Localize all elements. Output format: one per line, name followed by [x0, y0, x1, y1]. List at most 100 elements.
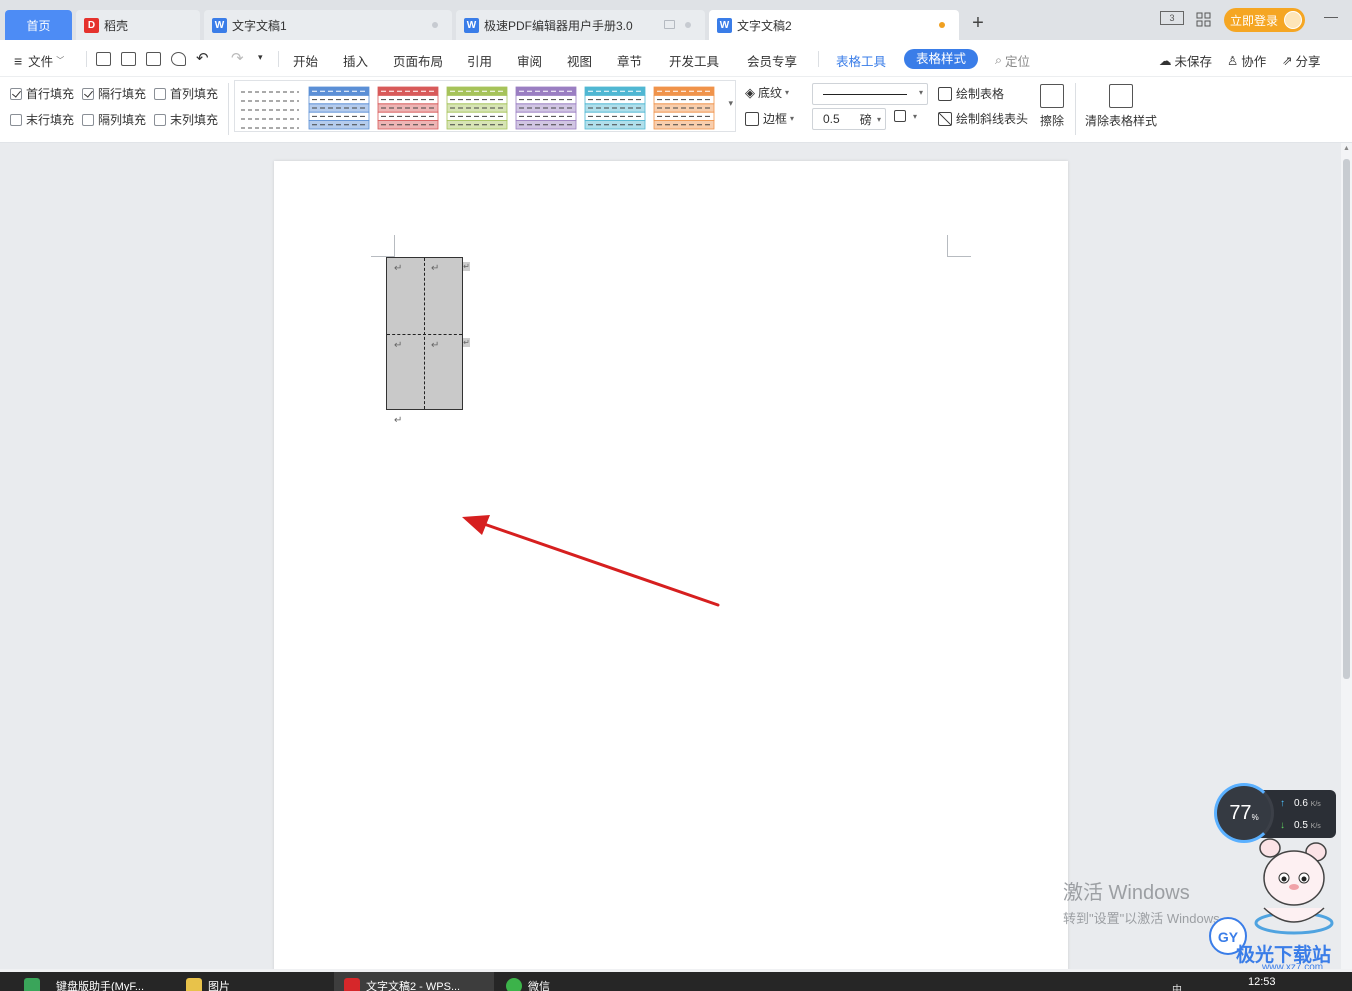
- margin-corner-top-left: [371, 235, 395, 257]
- tab-pdf-manual[interactable]: W 极速PDF编辑器用户手册3.0: [456, 10, 705, 40]
- menu-section[interactable]: 章节: [617, 51, 642, 70]
- task-wechat[interactable]: 微信: [506, 978, 550, 991]
- table-style-orange[interactable]: [653, 86, 715, 130]
- tab-status-dot: [432, 22, 438, 28]
- file-label: 文件: [28, 55, 54, 69]
- export-pdf-icon[interactable]: [121, 52, 136, 66]
- divider: [1075, 83, 1076, 135]
- network-speed-widget[interactable]: 77% 0.6 K/s 0.5 K/s: [1214, 783, 1336, 845]
- line-preview: [823, 94, 907, 95]
- print-preview-icon[interactable]: [171, 52, 186, 66]
- shading-button[interactable]: ◈ 底纹 ▾: [745, 84, 789, 101]
- word-table[interactable]: ↵ ↵ ↵ ↵: [386, 257, 463, 410]
- tab-home[interactable]: 首页: [5, 10, 72, 40]
- table-style-blue[interactable]: [308, 86, 370, 130]
- clear-style-icon[interactable]: [1109, 84, 1133, 108]
- collab-button[interactable]: ♙ 协作: [1227, 51, 1266, 70]
- checkbox-unchecked: [82, 113, 94, 126]
- checkbox-checked: [82, 87, 94, 100]
- unsaved-label: 未保存: [1174, 55, 1213, 69]
- windows-taskbar: 键盘版助手(MyF... 图片 文字文稿2 - WPS... 微信 中 12:5…: [0, 972, 1352, 991]
- first-row-fill-checkbox[interactable]: 首行填充: [10, 85, 74, 102]
- cell-paragraph-mark: ↵: [394, 340, 403, 351]
- minimize-button[interactable]: —: [1324, 8, 1338, 24]
- tab-label: 极速PDF编辑器用户手册3.0: [484, 18, 633, 33]
- draw-table-button[interactable]: 绘制表格: [938, 85, 1004, 102]
- cell-paragraph-mark: ↵: [394, 263, 403, 274]
- table-style-cyan[interactable]: [584, 86, 646, 130]
- banded-columns-checkbox[interactable]: 隔列填充: [82, 111, 146, 128]
- tab-docer[interactable]: D 稻壳: [76, 10, 200, 40]
- scroll-thumb[interactable]: [1343, 159, 1350, 679]
- locate-search[interactable]: ⌕ 定位: [995, 51, 1030, 70]
- clear-table-style-button[interactable]: 清除表格样式: [1085, 112, 1157, 129]
- scroll-up-icon[interactable]: ▲: [1343, 145, 1350, 152]
- border-color-button[interactable]: ▾: [894, 110, 917, 122]
- ime-indicator[interactable]: 中: [1172, 981, 1182, 991]
- task-assistant[interactable]: 键盘版助手(MyF...: [24, 978, 144, 991]
- layout-3-icon[interactable]: 3: [1160, 11, 1184, 25]
- menu-developer[interactable]: 开发工具: [669, 51, 719, 70]
- menu-page-layout[interactable]: 页面布局: [393, 51, 443, 70]
- checkbox-label: 隔列填充: [98, 113, 147, 127]
- table-style-purple[interactable]: [515, 86, 577, 130]
- diagonal-header-icon: [938, 111, 952, 126]
- border-color-icon: [894, 110, 906, 122]
- undo-icon[interactable]: ↶: [196, 49, 209, 67]
- menu-member[interactable]: 会员专享: [747, 51, 797, 70]
- chevron-down-icon: ▾: [876, 114, 881, 124]
- tab-bar: 首页 D 稻壳 W 文字文稿1 W 极速PDF编辑器用户手册3.0 W 文字文稿…: [0, 0, 1352, 40]
- file-menu[interactable]: ≡ 文件 ﹀: [14, 51, 64, 70]
- login-button[interactable]: 立即登录: [1224, 8, 1305, 32]
- menu-reference[interactable]: 引用: [467, 51, 492, 70]
- tab-doc2[interactable]: W 文字文稿2: [709, 10, 959, 40]
- ribbon: 首行填充 隔行填充 首列填充 末行填充 隔列填充 末列填充 ▾ ◈ 底纹 ▾ 边…: [0, 77, 1352, 143]
- print-icon[interactable]: [146, 52, 161, 66]
- erase-button[interactable]: 擦除: [1040, 112, 1064, 129]
- share-button[interactable]: ⇗ 分享: [1282, 51, 1321, 70]
- table-style-green[interactable]: [446, 86, 508, 130]
- checkbox-label: 隔行填充: [98, 87, 147, 101]
- draw-diagonal-button[interactable]: 绘制斜线表头: [938, 110, 1028, 127]
- task-wps[interactable]: 文字文稿2 - WPS...: [344, 978, 460, 991]
- save-icon[interactable]: [96, 52, 111, 66]
- row-end-mark: ↵: [463, 262, 470, 271]
- line-style-select[interactable]: ▾: [812, 83, 928, 105]
- clock[interactable]: 12:53: [1248, 976, 1276, 988]
- unsaved-dot: [939, 22, 945, 28]
- task-pictures[interactable]: 图片: [186, 978, 230, 991]
- menu-start[interactable]: 开始: [293, 51, 318, 70]
- line-width-select[interactable]: 0.5 磅 ▾: [812, 108, 886, 130]
- menu-table-tools[interactable]: 表格工具: [836, 51, 886, 70]
- unsaved-button[interactable]: ☁ 未保存: [1159, 51, 1212, 70]
- grid-icon[interactable]: [1196, 12, 1212, 31]
- divider: [278, 51, 279, 67]
- cloud-icon: ☁: [1159, 54, 1172, 68]
- line-width-unit: 磅: [859, 112, 872, 127]
- last-column-fill-checkbox[interactable]: 末列填充: [154, 111, 218, 128]
- redo-icon[interactable]: ↷: [231, 49, 244, 67]
- wps-writer-icon: W: [212, 17, 227, 33]
- task-label: 微信: [528, 981, 550, 991]
- first-column-fill-checkbox[interactable]: 首列填充: [154, 85, 218, 102]
- menu-view[interactable]: 视图: [567, 51, 592, 70]
- border-button[interactable]: 边框 ▾: [745, 110, 794, 127]
- menu-review[interactable]: 审阅: [517, 51, 542, 70]
- eraser-icon[interactable]: [1040, 84, 1064, 108]
- quick-access-more-icon[interactable]: ▾: [258, 52, 263, 63]
- gallery-more-icon[interactable]: ▾: [728, 98, 733, 109]
- border-label: 边框: [763, 112, 788, 126]
- shading-label: 底纹: [758, 86, 783, 100]
- table-style-plain[interactable]: [239, 86, 301, 130]
- table-row-divider: [387, 334, 462, 335]
- new-tab-button[interactable]: +: [967, 13, 989, 35]
- draw-table-icon: [938, 86, 952, 101]
- chevron-down-icon: ▾: [790, 114, 795, 123]
- menu-table-style[interactable]: 表格样式: [904, 49, 978, 69]
- table-style-red[interactable]: [377, 86, 439, 130]
- tab-doc1[interactable]: W 文字文稿1: [204, 10, 452, 40]
- last-row-fill-checkbox[interactable]: 末行填充: [10, 111, 74, 128]
- banded-rows-checkbox[interactable]: 隔行填充: [82, 85, 146, 102]
- menu-insert[interactable]: 插入: [343, 51, 368, 70]
- menu-bar: ≡ 文件 ﹀ ↶ ↷ ▾ 开始 插入 页面布局 引用 审阅 视图 章节 开发工具…: [0, 40, 1352, 77]
